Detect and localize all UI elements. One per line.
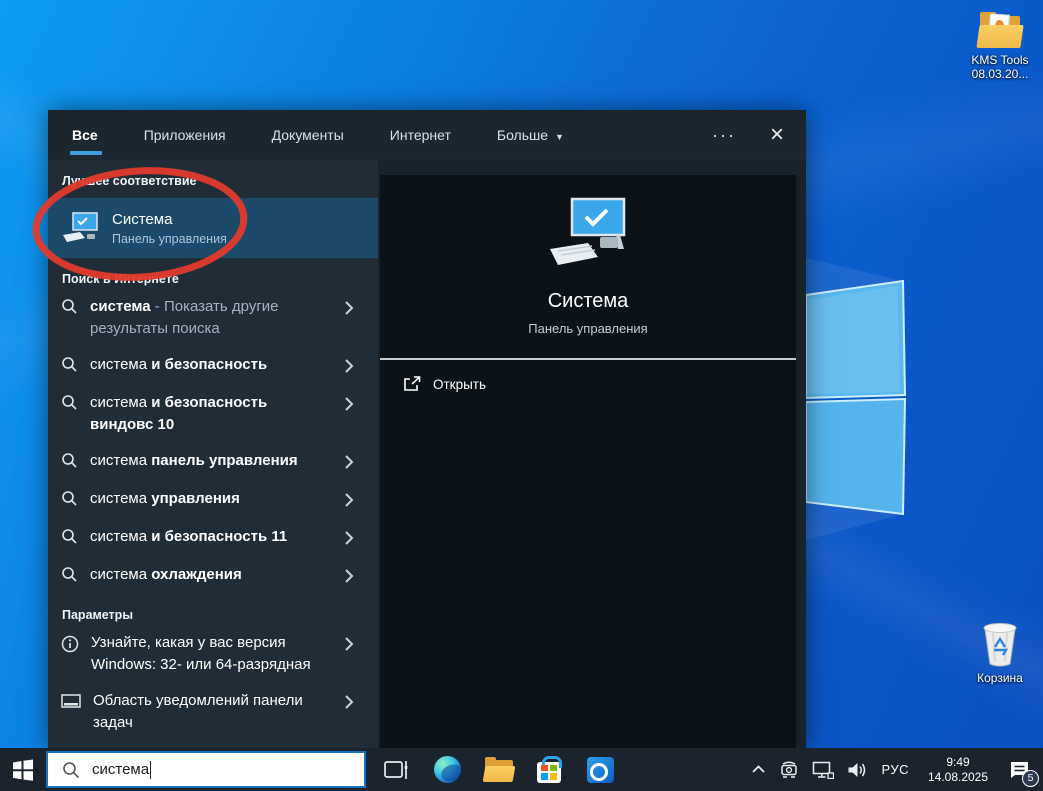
section-header-best-match: Лучшее соответствие bbox=[62, 174, 378, 190]
edge-icon bbox=[434, 756, 461, 783]
system-icon-large bbox=[546, 197, 630, 271]
search-icon bbox=[61, 528, 78, 545]
action-center-button[interactable]: 5 bbox=[1007, 757, 1033, 783]
system-icon bbox=[63, 212, 99, 244]
microsoft-store-button[interactable] bbox=[535, 756, 563, 784]
search-suggestion[interactable]: система и безопасность виндовс 10 bbox=[48, 392, 378, 442]
chevron-right-icon bbox=[344, 636, 354, 652]
tab-all[interactable]: Все bbox=[72, 127, 98, 143]
recycle-bin-icon bbox=[978, 620, 1022, 668]
language-indicator[interactable]: РУС bbox=[881, 762, 909, 777]
windows-start-icon bbox=[12, 759, 34, 781]
search-preview-pane: Система Панель управления Открыть bbox=[378, 160, 806, 748]
open-icon bbox=[404, 376, 421, 392]
preview-title: Система bbox=[380, 290, 796, 313]
search-suggestion[interactable]: система и безопасность 11 bbox=[48, 526, 378, 556]
search-icon bbox=[61, 394, 78, 411]
edge-button[interactable] bbox=[433, 756, 461, 784]
desktop-icon-label: 08.03.20... bbox=[961, 67, 1039, 81]
desktop-icon-label: Корзина bbox=[961, 671, 1039, 685]
open-action-label: Открыть bbox=[433, 377, 486, 392]
chevron-right-icon bbox=[344, 492, 354, 508]
network-icon bbox=[812, 761, 834, 779]
search-icon bbox=[61, 298, 78, 315]
clock[interactable]: 9:49 14.08.2025 bbox=[922, 755, 994, 785]
tray-volume-button[interactable] bbox=[847, 761, 868, 779]
more-options-button[interactable]: ··· bbox=[712, 125, 736, 146]
search-results-list: Лучшее соответствие Система Панель управ… bbox=[48, 160, 378, 748]
clock-time: 9:49 bbox=[922, 755, 994, 770]
outlook-icon bbox=[587, 757, 614, 783]
desktop-icon-recycle-bin[interactable]: Корзина bbox=[961, 620, 1039, 685]
outlook-button[interactable] bbox=[586, 756, 614, 784]
store-icon bbox=[537, 762, 561, 783]
taskbar: система bbox=[0, 748, 1043, 791]
task-view-icon bbox=[383, 758, 409, 782]
preview-panel: Система Панель управления Открыть bbox=[380, 175, 796, 748]
desktop-icon-kms-tools[interactable]: KMS Tools 08.03.20... bbox=[961, 12, 1039, 81]
search-icon bbox=[61, 490, 78, 507]
search-suggestion[interactable]: система охлаждения bbox=[48, 564, 378, 594]
tab-web[interactable]: Интернет bbox=[390, 127, 451, 143]
active-tab-underline bbox=[70, 151, 102, 155]
notification-badge: 5 bbox=[1022, 770, 1039, 787]
folder-icon bbox=[977, 12, 1023, 50]
search-icon bbox=[61, 452, 78, 469]
close-icon[interactable]: × bbox=[770, 125, 784, 145]
desktop: { "colors": { "accent_blue": "#3f9fdc", … bbox=[0, 0, 1043, 791]
volume-icon bbox=[847, 761, 868, 779]
tab-more[interactable]: Больше▼ bbox=[497, 127, 564, 143]
search-icon bbox=[61, 566, 78, 583]
search-icon bbox=[62, 761, 80, 779]
search-flyout: Все Приложения Документы Интернет Больше… bbox=[48, 110, 806, 748]
preview-subtitle: Панель управления bbox=[380, 321, 796, 336]
section-header-settings: Параметры bbox=[62, 608, 378, 624]
chevron-right-icon bbox=[344, 694, 354, 710]
search-suggestion[interactable]: система панель управления bbox=[48, 450, 378, 480]
tray-network-button[interactable] bbox=[812, 761, 834, 779]
start-button[interactable] bbox=[0, 748, 46, 791]
chevron-right-icon bbox=[344, 396, 354, 412]
search-suggestion[interactable]: система - Показать другие результаты пои… bbox=[48, 296, 378, 346]
clock-date: 14.08.2025 bbox=[922, 770, 994, 785]
tray-device-button[interactable] bbox=[779, 760, 799, 779]
settings-result[interactable]: Узнайте, какая у вас версия Windows: 32-… bbox=[48, 632, 378, 682]
chevron-down-icon: ▼ bbox=[555, 132, 564, 142]
tray-chevron-up[interactable] bbox=[751, 764, 766, 775]
chevron-up-icon bbox=[751, 764, 766, 775]
text-caret bbox=[150, 761, 151, 779]
chevron-right-icon bbox=[344, 300, 354, 316]
best-match-title: Система bbox=[112, 211, 227, 228]
search-suggestion[interactable]: система управления bbox=[48, 488, 378, 518]
search-icon bbox=[61, 356, 78, 373]
chevron-right-icon bbox=[344, 454, 354, 470]
info-icon bbox=[61, 635, 79, 653]
settings-result[interactable]: Область уведомлений панели задач bbox=[48, 690, 378, 740]
search-suggestion[interactable]: система и безопасность bbox=[48, 354, 378, 384]
chevron-right-icon bbox=[344, 568, 354, 584]
file-explorer-icon bbox=[484, 757, 512, 783]
windows-logo-wallpaper bbox=[790, 240, 925, 550]
tab-documents[interactable]: Документы bbox=[272, 127, 344, 143]
search-filter-tabs: Все Приложения Документы Интернет Больше… bbox=[48, 110, 806, 160]
taskbar-search-input[interactable]: система bbox=[46, 751, 366, 788]
task-view-button[interactable] bbox=[382, 756, 410, 784]
file-explorer-button[interactable] bbox=[484, 756, 512, 784]
section-header-web-search: Поиск в Интернете bbox=[62, 272, 378, 288]
best-match-item-system[interactable]: Система Панель управления bbox=[48, 198, 378, 258]
search-query-text: система bbox=[92, 761, 149, 778]
device-icon bbox=[779, 760, 799, 779]
desktop-icon-label: KMS Tools bbox=[961, 53, 1039, 67]
open-action[interactable]: Открыть bbox=[380, 360, 796, 392]
taskbar-icon bbox=[61, 693, 81, 709]
chevron-right-icon bbox=[344, 530, 354, 546]
chevron-right-icon bbox=[344, 358, 354, 374]
best-match-subtitle: Панель управления bbox=[112, 232, 227, 246]
tab-apps[interactable]: Приложения bbox=[144, 127, 226, 143]
